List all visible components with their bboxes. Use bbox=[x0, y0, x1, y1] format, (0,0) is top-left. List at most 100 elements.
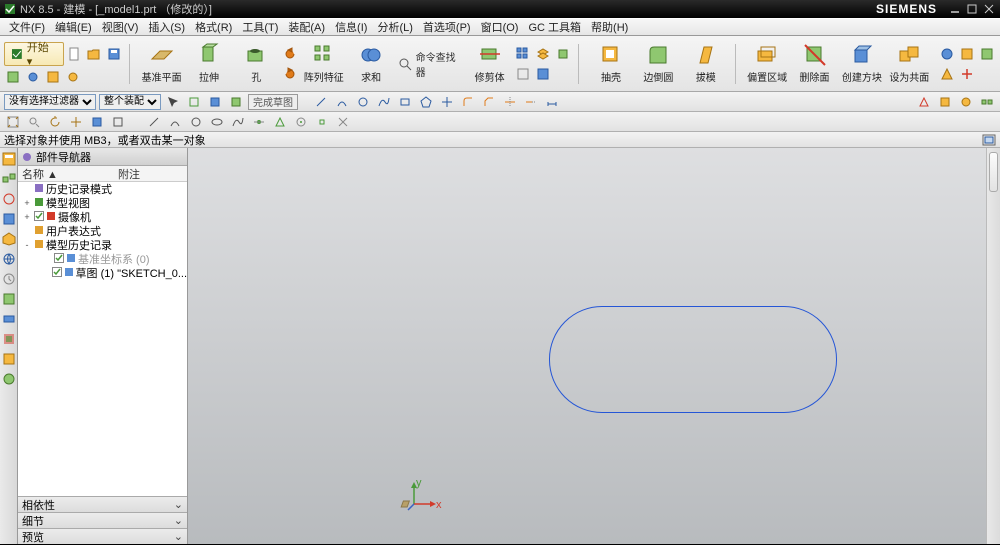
open-file-icon[interactable] bbox=[86, 45, 104, 63]
assembly-navigator-tab[interactable] bbox=[2, 172, 16, 186]
point-icon[interactable] bbox=[438, 94, 456, 110]
viewport-scrollbar[interactable] bbox=[986, 148, 1000, 544]
wireframe-icon[interactable] bbox=[514, 65, 532, 83]
curve-spline-icon[interactable] bbox=[229, 114, 247, 130]
minimize-button[interactable] bbox=[948, 3, 962, 15]
menu-gc[interactable]: GC 工具箱 bbox=[523, 19, 586, 35]
menu-assembly[interactable]: 装配(A) bbox=[283, 19, 330, 35]
grid-pattern-icon[interactable] bbox=[514, 45, 532, 63]
sel-icon-1[interactable] bbox=[164, 94, 182, 110]
snap-mid-icon[interactable] bbox=[271, 114, 289, 130]
curve-line-icon[interactable] bbox=[145, 114, 163, 130]
fit-icon[interactable] bbox=[4, 114, 22, 130]
hole-button[interactable]: 孔 bbox=[234, 39, 279, 89]
misc-icon-1[interactable] bbox=[938, 45, 956, 63]
fillet-icon[interactable] bbox=[459, 94, 477, 110]
web-tab[interactable] bbox=[2, 252, 16, 266]
misc-icon-3[interactable] bbox=[978, 45, 996, 63]
mini-icon-a[interactable] bbox=[4, 68, 22, 86]
make-coplanar-button[interactable]: 设为共面 bbox=[887, 39, 932, 89]
history-tab[interactable] bbox=[2, 272, 16, 286]
unite-button[interactable]: 求和 bbox=[348, 39, 393, 89]
polygon-icon[interactable] bbox=[417, 94, 435, 110]
navigator-tree[interactable]: 历史记录模式+模型视图+摄像机用户表达式-模型历史记录基准坐标系 (0)草图 (… bbox=[18, 182, 187, 496]
command-finder-icon[interactable] bbox=[396, 55, 414, 73]
draft-button[interactable]: 拔模 bbox=[683, 39, 728, 89]
sketch-rounded-rectangle[interactable] bbox=[549, 306, 837, 413]
menu-preferences[interactable]: 首选项(P) bbox=[418, 19, 476, 35]
mini-icon-d[interactable] bbox=[64, 68, 82, 86]
roles-tab[interactable] bbox=[2, 292, 16, 306]
constraint-icon-4[interactable] bbox=[978, 94, 996, 110]
menu-insert[interactable]: 插入(S) bbox=[143, 19, 190, 35]
redo-icon[interactable] bbox=[281, 65, 299, 83]
datum-plane-button[interactable]: 基准平面 bbox=[139, 39, 184, 89]
curve-circle-icon[interactable] bbox=[187, 114, 205, 130]
start-menu-button[interactable]: 开始 ▾ bbox=[4, 42, 64, 66]
spline-icon[interactable] bbox=[375, 94, 393, 110]
nav-section-details[interactable]: 细节⌄ bbox=[18, 512, 187, 528]
trim-body-button[interactable]: 修剪体 bbox=[467, 39, 512, 89]
graphics-viewport[interactable]: x y bbox=[188, 148, 1000, 544]
sel-icon-3[interactable] bbox=[206, 94, 224, 110]
layers-icon[interactable] bbox=[534, 45, 552, 63]
system-tab[interactable] bbox=[2, 312, 16, 326]
mfg-tab[interactable] bbox=[2, 372, 16, 386]
fullscreen-toggle-icon[interactable] bbox=[982, 134, 996, 146]
col-name[interactable]: 名称 ▲ bbox=[18, 166, 118, 181]
sel-icon-2[interactable] bbox=[185, 94, 203, 110]
nav-section-dependency[interactable]: 相依性⌄ bbox=[18, 496, 187, 512]
reuse-library-tab[interactable] bbox=[2, 212, 16, 226]
menu-analysis[interactable]: 分析(L) bbox=[372, 19, 417, 35]
arc-icon[interactable] bbox=[333, 94, 351, 110]
circle-icon[interactable] bbox=[354, 94, 372, 110]
finish-sketch-button[interactable]: 完成草图 bbox=[248, 94, 298, 110]
sel-icon-4[interactable] bbox=[227, 94, 245, 110]
pattern-feature-button[interactable]: 阵列特征 bbox=[301, 39, 346, 89]
selection-scope-select[interactable]: 整个装配 bbox=[99, 94, 161, 110]
tree-node[interactable]: 历史记录模式 bbox=[18, 182, 187, 196]
menu-help[interactable]: 帮助(H) bbox=[586, 19, 633, 35]
menu-view[interactable]: 视图(V) bbox=[97, 19, 144, 35]
menu-info[interactable]: 信息(I) bbox=[330, 19, 372, 35]
line-icon[interactable] bbox=[312, 94, 330, 110]
snap-intersect-icon[interactable] bbox=[334, 114, 352, 130]
curve-arc-icon[interactable] bbox=[166, 114, 184, 130]
curve-ellipse-icon[interactable] bbox=[208, 114, 226, 130]
mini-icon-b[interactable] bbox=[24, 68, 42, 86]
tree-node[interactable]: 草图 (1) "SKETCH_0... bbox=[18, 266, 187, 280]
shell-button[interactable]: 抽壳 bbox=[588, 39, 633, 89]
menu-file[interactable]: 文件(F) bbox=[4, 19, 50, 35]
snap-center-icon[interactable] bbox=[292, 114, 310, 130]
col-notes[interactable]: 附注 bbox=[118, 166, 140, 181]
rectangle-icon[interactable] bbox=[396, 94, 414, 110]
close-button[interactable] bbox=[982, 3, 996, 15]
save-icon[interactable] bbox=[105, 45, 123, 63]
shaded-icon[interactable] bbox=[88, 114, 106, 130]
snap-quad-icon[interactable] bbox=[313, 114, 331, 130]
misc-icon-4[interactable] bbox=[938, 65, 956, 83]
edge-blend-button[interactable]: 边倒圆 bbox=[636, 39, 681, 89]
offset-region-button[interactable]: 偏置区域 bbox=[744, 39, 789, 89]
menu-tools[interactable]: 工具(T) bbox=[237, 19, 283, 35]
tree-node[interactable]: +摄像机 bbox=[18, 210, 187, 224]
constraint-icon-1[interactable] bbox=[915, 94, 933, 110]
tree-node[interactable]: 基准坐标系 (0) bbox=[18, 252, 187, 266]
snap-end-icon[interactable] bbox=[250, 114, 268, 130]
delete-face-button[interactable]: 删除面 bbox=[792, 39, 837, 89]
menu-edit[interactable]: 编辑(E) bbox=[50, 19, 97, 35]
nav-section-preview[interactable]: 预览⌄ bbox=[18, 528, 187, 544]
new-file-icon[interactable] bbox=[66, 45, 84, 63]
maximize-button[interactable] bbox=[965, 3, 979, 15]
zoom-icon[interactable] bbox=[25, 114, 43, 130]
constraint-navigator-tab[interactable] bbox=[2, 192, 16, 206]
dimension-icon[interactable] bbox=[543, 94, 561, 110]
rotate-icon[interactable] bbox=[46, 114, 64, 130]
tree-node[interactable]: -模型历史记录 bbox=[18, 238, 187, 252]
misc-icon-5[interactable] bbox=[958, 65, 976, 83]
create-box-button[interactable]: 创建方块 bbox=[839, 39, 884, 89]
tree-node[interactable]: +模型视图 bbox=[18, 196, 187, 210]
tree-node[interactable]: 用户表达式 bbox=[18, 224, 187, 238]
extrude-button[interactable]: 拉伸 bbox=[186, 39, 231, 89]
misc-icon-2[interactable] bbox=[958, 45, 976, 63]
